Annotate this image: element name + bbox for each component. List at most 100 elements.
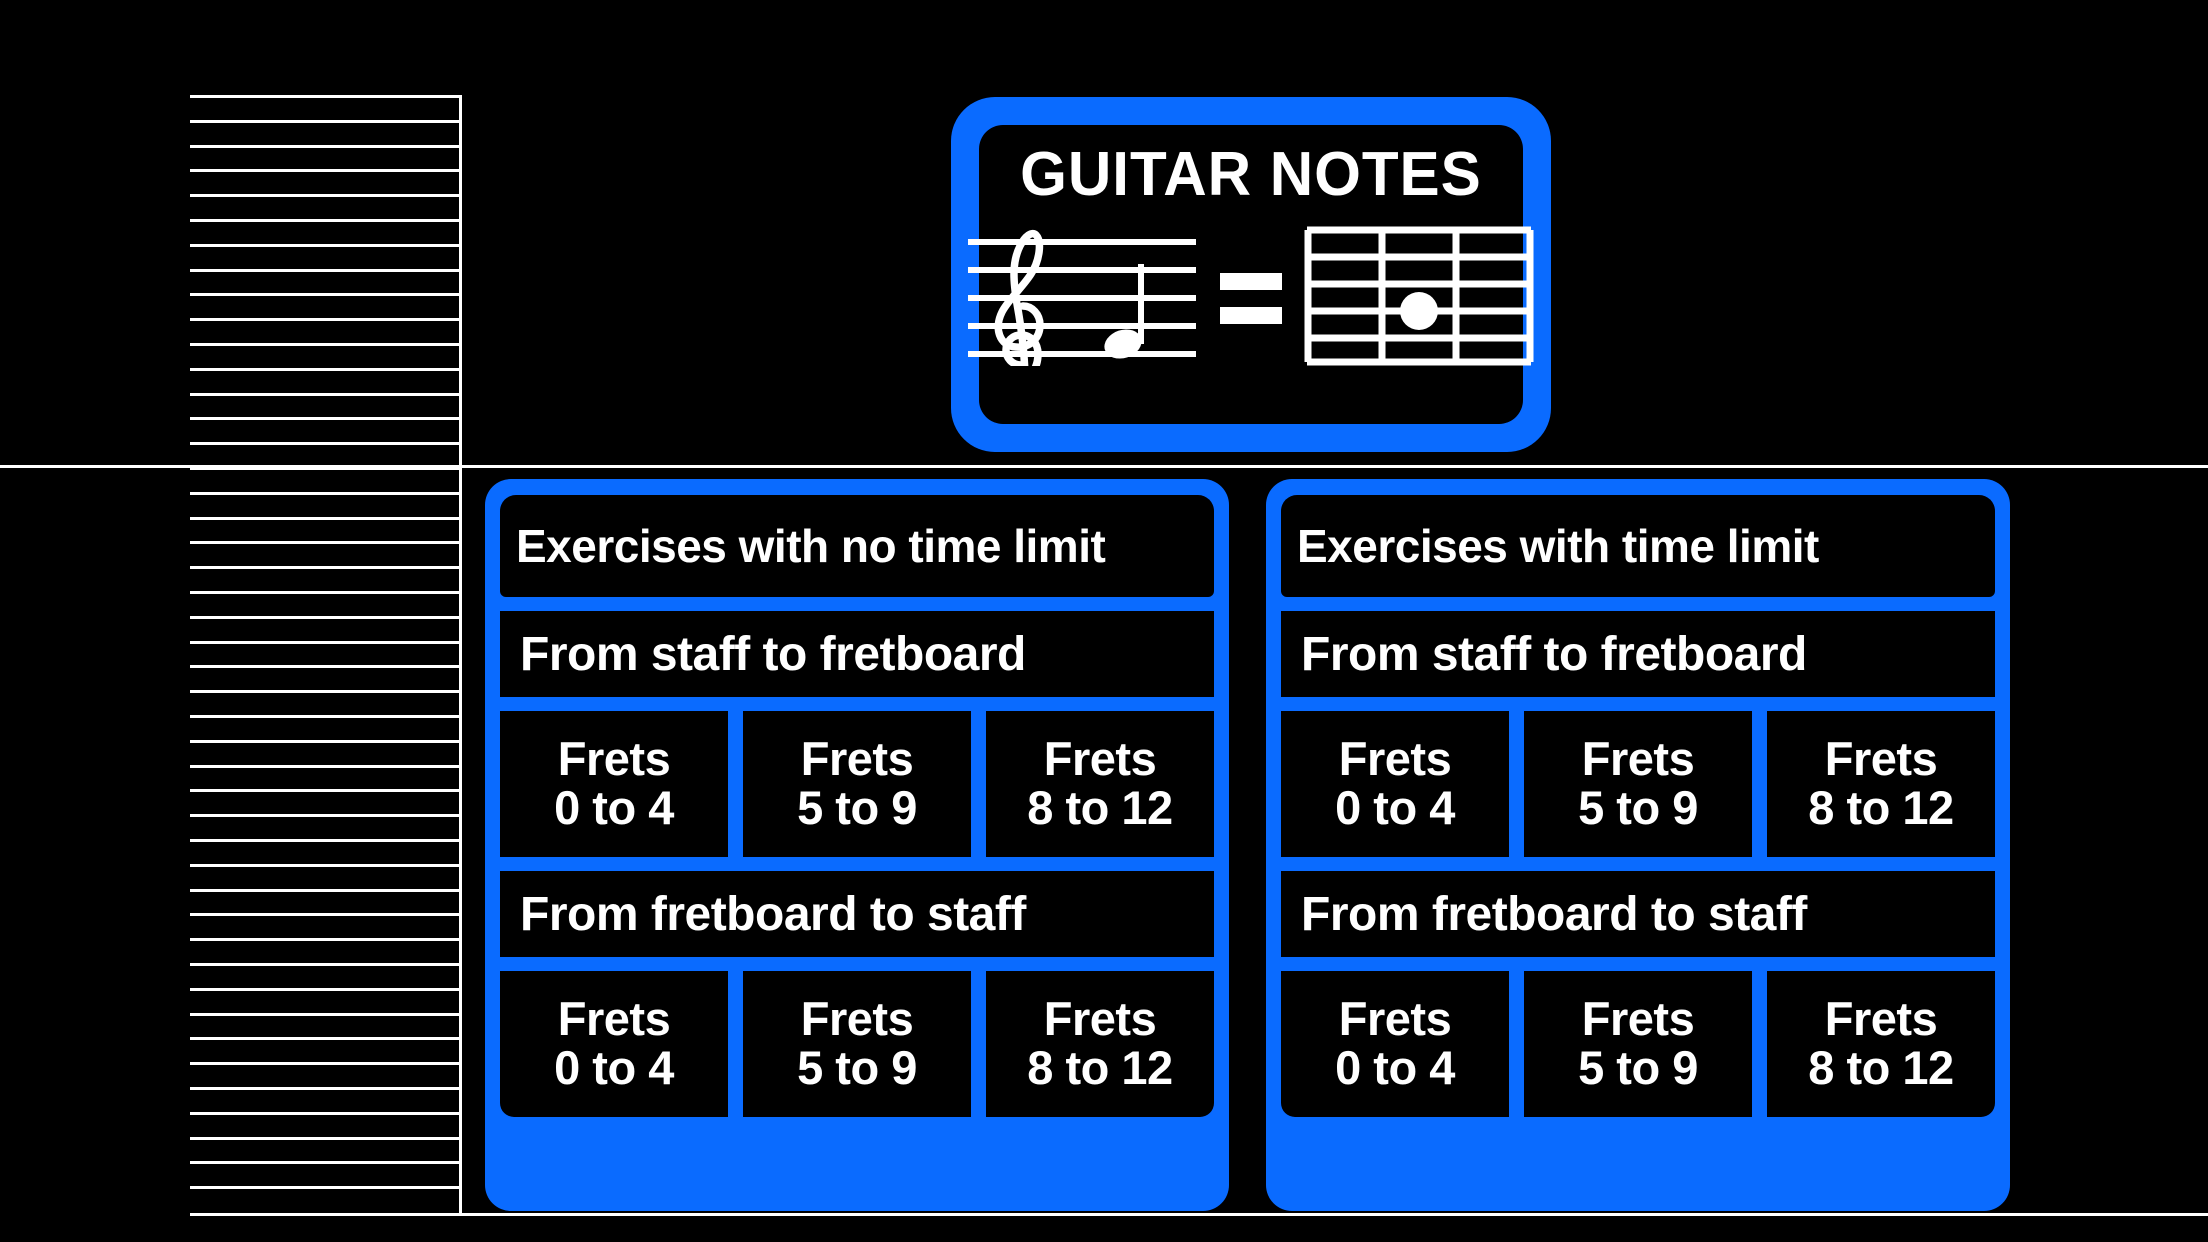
fret-button-label-top: Frets xyxy=(1581,992,1695,1046)
ruled-line xyxy=(190,541,459,545)
ruled-line xyxy=(190,789,459,793)
section-title-staff-to-fretboard: From staff to fretboard xyxy=(500,611,1214,697)
ruled-line xyxy=(190,144,459,148)
fret-button-5-to-9[interactable]: Frets 5 to 9 xyxy=(1524,711,1752,857)
ruled-line xyxy=(190,1161,459,1165)
ruled-line xyxy=(190,417,459,421)
app-logo-card: GUITAR NOTES xyxy=(951,97,1551,452)
fret-button-0-to-4[interactable]: Frets 0 to 4 xyxy=(1281,971,1509,1117)
ruled-line xyxy=(190,95,459,98)
ruled-line xyxy=(190,640,459,644)
fret-button-label-top: Frets xyxy=(1824,992,1938,1046)
fret-button-label-top: Frets xyxy=(1043,732,1157,786)
fret-button-label-range: 0 to 4 xyxy=(554,781,674,834)
treble-clef-staff-icon xyxy=(968,226,1198,390)
ruled-line xyxy=(190,343,459,346)
ruled-line xyxy=(190,913,459,917)
ruled-line xyxy=(190,888,459,892)
section-title-staff-to-fretboard: From staff to fretboard xyxy=(1281,611,1995,697)
ruled-line xyxy=(190,1087,459,1090)
fret-button-5-to-9[interactable]: Frets 5 to 9 xyxy=(1524,971,1752,1117)
fret-button-label-top: Frets xyxy=(1824,732,1938,786)
fret-button-row-fretboard-to-staff: Frets 0 to 4 Frets 5 to 9 Frets 8 to 12 xyxy=(1281,971,1995,1117)
ruled-line xyxy=(190,219,459,222)
panel-title-time-limit: Exercises with time limit xyxy=(1281,495,1995,597)
panel-exercises-no-time-limit: Exercises with no time limit From staff … xyxy=(485,479,1229,1211)
fret-button-label-top: Frets xyxy=(1043,992,1157,1046)
ruled-lines-background xyxy=(190,95,462,1216)
ruled-line xyxy=(190,566,459,570)
logo-graphic xyxy=(968,226,1534,390)
ruled-line xyxy=(190,318,459,322)
ruled-line xyxy=(190,1062,459,1066)
ruled-line xyxy=(190,169,459,173)
fret-button-label-range: 0 to 4 xyxy=(1335,1041,1455,1094)
ruled-line xyxy=(190,268,459,272)
ruled-line xyxy=(190,690,459,694)
section-title-fretboard-to-staff: From fretboard to staff xyxy=(500,871,1214,957)
fret-button-label-range: 8 to 12 xyxy=(1027,781,1173,834)
fret-button-5-to-9[interactable]: Frets 5 to 9 xyxy=(743,971,971,1117)
fretboard-diagram-icon xyxy=(1304,226,1534,371)
fret-button-row-staff-to-fretboard: Frets 0 to 4 Frets 5 to 9 Frets 8 to 12 xyxy=(500,711,1214,857)
ruled-line xyxy=(190,938,459,942)
fret-button-label-range: 5 to 9 xyxy=(797,1041,917,1094)
fret-button-label-top: Frets xyxy=(1581,732,1695,786)
ruled-line xyxy=(190,119,459,123)
panel-exercises-time-limit: Exercises with time limit From staff to … xyxy=(1266,479,2010,1211)
fret-button-0-to-4[interactable]: Frets 0 to 4 xyxy=(1281,711,1509,857)
horizontal-separator-top xyxy=(0,465,2208,468)
ruled-line xyxy=(190,1037,459,1041)
fret-button-row-staff-to-fretboard: Frets 0 to 4 Frets 5 to 9 Frets 8 to 12 xyxy=(1281,711,1995,857)
app-logo-inner: GUITAR NOTES xyxy=(968,125,1534,424)
panel-title-no-time-limit: Exercises with no time limit xyxy=(500,495,1214,597)
fret-button-8-to-12[interactable]: Frets 8 to 12 xyxy=(986,971,1214,1117)
horizontal-separator-bottom xyxy=(190,1213,2208,1216)
ruled-line xyxy=(190,739,459,743)
fret-button-0-to-4[interactable]: Frets 0 to 4 xyxy=(500,971,728,1117)
ruled-line xyxy=(190,367,459,371)
ruled-line xyxy=(190,194,459,198)
fret-button-8-to-12[interactable]: Frets 8 to 12 xyxy=(1767,971,1995,1117)
fret-button-label-top: Frets xyxy=(1338,732,1452,786)
ruled-line xyxy=(190,715,459,718)
ruled-line xyxy=(190,1111,459,1115)
ruled-line xyxy=(190,863,459,867)
page-title: GUITAR NOTES xyxy=(1020,140,1482,209)
fret-button-0-to-4[interactable]: Frets 0 to 4 xyxy=(500,711,728,857)
ruled-line xyxy=(190,491,459,495)
ruled-line xyxy=(190,392,459,396)
fret-button-label-range: 8 to 12 xyxy=(1808,1041,1954,1094)
ruled-line xyxy=(190,814,459,818)
fret-button-8-to-12[interactable]: Frets 8 to 12 xyxy=(1767,711,1995,857)
ruled-line xyxy=(190,516,459,520)
fret-button-label-top: Frets xyxy=(800,732,914,786)
ruled-line xyxy=(190,963,459,966)
fret-button-label-range: 5 to 9 xyxy=(1578,1041,1698,1094)
fret-button-label-top: Frets xyxy=(800,992,914,1046)
ruled-line xyxy=(190,665,459,669)
fret-button-label-range: 5 to 9 xyxy=(797,781,917,834)
ruled-line xyxy=(190,293,459,297)
equals-icon xyxy=(1220,273,1282,324)
fret-button-label-top: Frets xyxy=(557,732,671,786)
ruled-line xyxy=(190,987,459,991)
ruled-line xyxy=(190,615,459,619)
ruled-line xyxy=(190,1136,459,1140)
section-title-fretboard-to-staff: From fretboard to staff xyxy=(1281,871,1995,957)
fretboard-dot-icon xyxy=(1400,292,1438,330)
ruled-line xyxy=(190,442,459,446)
ruled-line xyxy=(190,764,459,768)
fret-button-label-range: 5 to 9 xyxy=(1578,781,1698,834)
ruled-line xyxy=(190,1012,459,1016)
ruled-line xyxy=(190,243,459,247)
ruled-line xyxy=(190,591,459,594)
fret-button-row-fretboard-to-staff: Frets 0 to 4 Frets 5 to 9 Frets 8 to 12 xyxy=(500,971,1214,1117)
fret-button-label-top: Frets xyxy=(1338,992,1452,1046)
fret-button-label-range: 0 to 4 xyxy=(554,1041,674,1094)
fret-button-label-top: Frets xyxy=(557,992,671,1046)
app-root: GUITAR NOTES Exercises with no time limi… xyxy=(0,0,2208,1242)
fret-button-label-range: 8 to 12 xyxy=(1808,781,1954,834)
fret-button-5-to-9[interactable]: Frets 5 to 9 xyxy=(743,711,971,857)
fret-button-8-to-12[interactable]: Frets 8 to 12 xyxy=(986,711,1214,857)
